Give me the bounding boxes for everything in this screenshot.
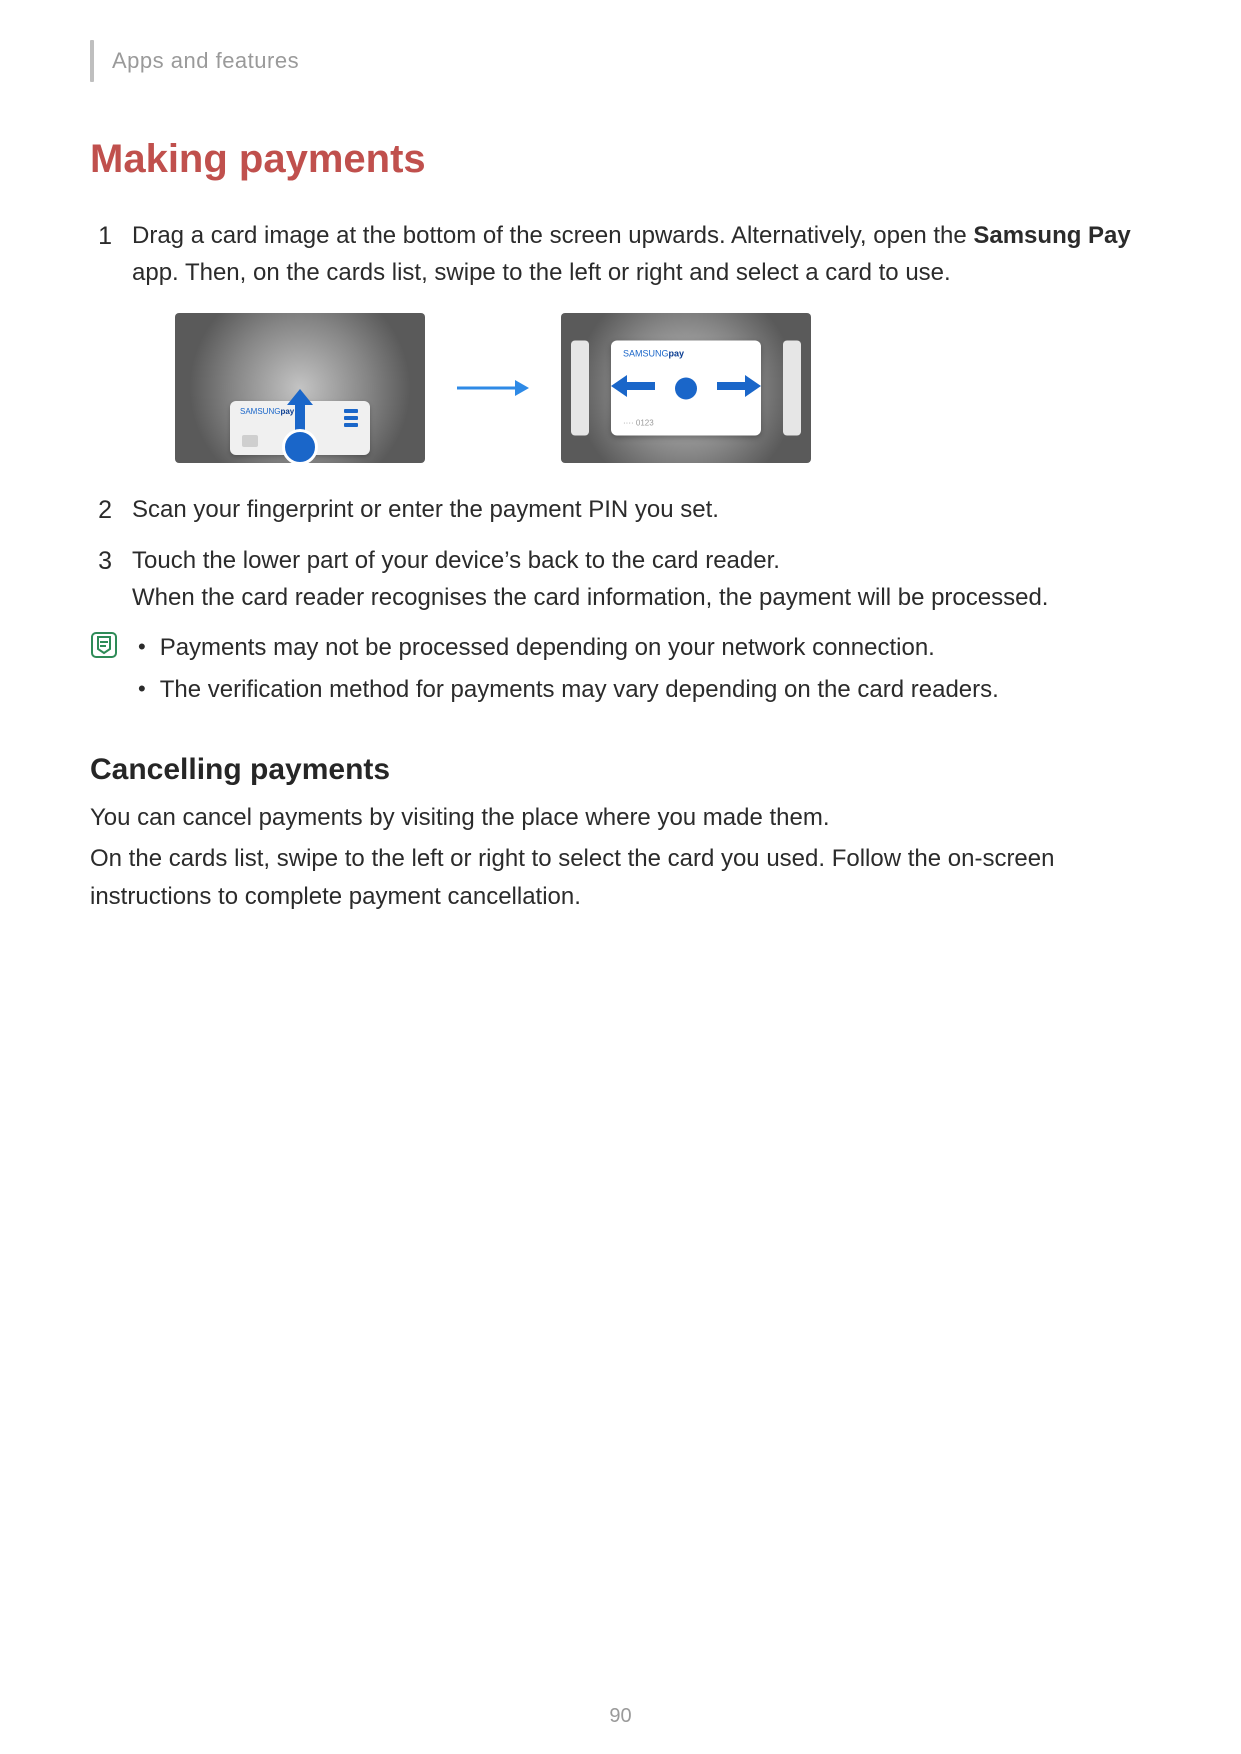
adjacent-card-right xyxy=(783,341,801,436)
step-number: 2 xyxy=(90,491,112,530)
step-number: 1 xyxy=(90,217,112,256)
card-brand: SAMSUNGpay xyxy=(623,349,684,359)
step-1: 1 Drag a card image at the bottom of the… xyxy=(90,217,1141,291)
drag-handle-icon xyxy=(282,429,318,463)
step-text: Drag a card image at the bottom of the s… xyxy=(132,222,973,249)
page-number: 90 xyxy=(0,1705,1241,1728)
illustration-row: SAMSUNGpay SAMSUNGpay ···· xyxy=(175,313,1141,463)
arrow-right-icon xyxy=(717,373,763,404)
card-brand-suffix: pay xyxy=(669,349,685,359)
step-3: 3 Touch the lower part of your device’s … xyxy=(90,542,1141,616)
note-item: • The verification method for payments ma… xyxy=(138,671,999,709)
subsection-heading: Cancelling payments xyxy=(90,753,1141,787)
step-line: Touch the lower part of your device’s ba… xyxy=(132,547,780,574)
paragraph: On the cards list, swipe to the left or … xyxy=(90,840,1141,914)
steps-list: 1 Drag a card image at the bottom of the… xyxy=(90,217,1141,291)
header-marker xyxy=(90,40,94,82)
note-item: • Payments may not be processed depending… xyxy=(138,629,999,667)
note-list: • Payments may not be processed depending… xyxy=(138,629,999,714)
step-2: 2 Scan your fingerprint or enter the pay… xyxy=(90,491,1141,530)
arrow-right-icon xyxy=(455,377,531,399)
breadcrumb: Apps and features xyxy=(112,48,299,74)
card-number: ···· 0123 xyxy=(623,419,654,428)
step-number: 3 xyxy=(90,542,112,581)
card-brand-prefix: SAMSUNG xyxy=(240,407,280,416)
step-text: app. Then, on the cards list, swipe to t… xyxy=(132,259,951,286)
step-body: Scan your fingerprint or enter the payme… xyxy=(132,491,1141,528)
bullet-icon: • xyxy=(138,671,146,706)
card-stripes-icon xyxy=(344,409,358,427)
note-block: • Payments may not be processed depending… xyxy=(90,629,1141,714)
adjacent-card-left xyxy=(571,341,589,436)
payment-card: SAMSUNGpay ···· 0123 xyxy=(611,341,761,436)
note-icon xyxy=(90,631,120,714)
arrow-left-icon xyxy=(609,373,655,404)
note-text: Payments may not be processed depending … xyxy=(160,629,935,667)
card-chip-icon xyxy=(242,435,258,447)
manual-page: Apps and features Making payments 1 Drag… xyxy=(0,0,1241,1754)
bullet-icon: • xyxy=(138,629,146,664)
steps-list-continued: 2 Scan your fingerprint or enter the pay… xyxy=(90,491,1141,616)
step-body: Drag a card image at the bottom of the s… xyxy=(132,217,1141,291)
center-dot-icon xyxy=(675,377,697,399)
section-heading: Making payments xyxy=(90,137,1141,182)
phone-swipe-up: SAMSUNGpay xyxy=(175,313,425,463)
phone-swipe-cards: SAMSUNGpay ···· 0123 xyxy=(561,313,811,463)
page-header: Apps and features xyxy=(90,40,1141,82)
step-line: When the card reader recognises the card… xyxy=(132,584,1048,611)
step-body: Touch the lower part of your device’s ba… xyxy=(132,542,1141,616)
card-brand-prefix: SAMSUNG xyxy=(623,349,669,359)
paragraph: You can cancel payments by visiting the … xyxy=(90,799,1141,836)
app-name-bold: Samsung Pay xyxy=(973,222,1130,249)
note-text: The verification method for payments may… xyxy=(160,671,999,709)
